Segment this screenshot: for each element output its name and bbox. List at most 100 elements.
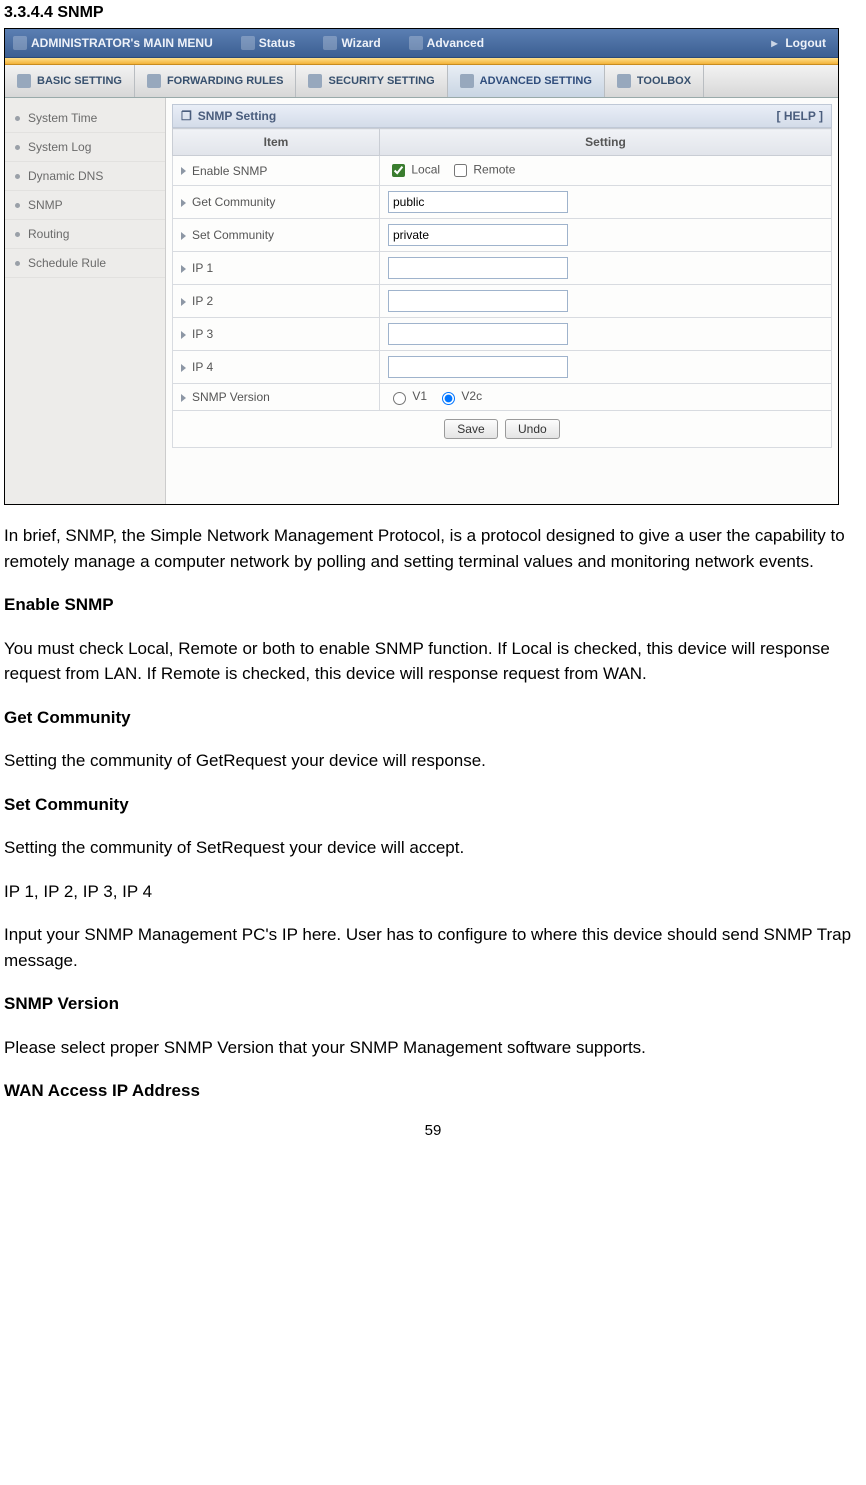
document-body: In brief, SNMP, the Simple Network Manag… bbox=[4, 523, 862, 1104]
section-heading: 3.3.4.4 SNMP bbox=[4, 4, 862, 22]
arrow-icon bbox=[181, 298, 186, 306]
nav-logout-label: Logout bbox=[785, 36, 826, 50]
sidebar-item-dynamic-dns[interactable]: Dynamic DNS bbox=[5, 162, 165, 191]
toolbox-icon bbox=[617, 74, 631, 88]
status-icon bbox=[241, 36, 255, 50]
subheading-snmp-version: SNMP Version bbox=[4, 991, 862, 1017]
row-label-ip2: IP 2 bbox=[192, 294, 213, 308]
basic-icon bbox=[17, 74, 31, 88]
input-ip2[interactable] bbox=[388, 290, 568, 312]
tab-advanced-label: ADVANCED SETTING bbox=[480, 75, 592, 87]
sidebar-item-label: Dynamic DNS bbox=[28, 169, 103, 183]
sidebar-item-label: System Log bbox=[28, 140, 91, 154]
arrow-icon bbox=[181, 364, 186, 372]
row-label-get-community: Get Community bbox=[192, 195, 275, 209]
main-menu-text: ADMINISTRATOR's MAIN MENU bbox=[31, 36, 213, 50]
tab-toolbox[interactable]: TOOLBOX bbox=[605, 65, 704, 97]
sidebar-item-label: Schedule Rule bbox=[28, 256, 106, 270]
top-menu-bar: ADMINISTRATOR's MAIN MENU Status Wizard … bbox=[5, 29, 838, 58]
nav-advanced[interactable]: Advanced bbox=[409, 36, 484, 50]
tab-bar: BASIC SETTING FORWARDING RULES SECURITY … bbox=[5, 65, 838, 98]
paragraph: Please select proper SNMP Version that y… bbox=[4, 1035, 862, 1061]
row-label-enable-snmp: Enable SNMP bbox=[192, 164, 267, 178]
label-v2c: V2c bbox=[461, 389, 482, 403]
checkbox-local[interactable] bbox=[392, 164, 405, 177]
sidebar-item-system-time[interactable]: System Time bbox=[5, 104, 165, 133]
paragraph: In brief, SNMP, the Simple Network Manag… bbox=[4, 523, 862, 574]
radio-v1[interactable] bbox=[393, 392, 406, 405]
nav-advanced-label: Advanced bbox=[427, 36, 484, 50]
input-ip4[interactable] bbox=[388, 356, 568, 378]
arrow-icon bbox=[181, 331, 186, 339]
panel-title: SNMP Setting bbox=[198, 109, 276, 123]
input-ip1[interactable] bbox=[388, 257, 568, 279]
paragraph: You must check Local, Remote or both to … bbox=[4, 636, 862, 687]
page-number: 59 bbox=[4, 1122, 862, 1139]
nav-wizard-label: Wizard bbox=[341, 36, 380, 50]
undo-button[interactable]: Undo bbox=[505, 419, 560, 439]
tab-basic-label: BASIC SETTING bbox=[37, 75, 122, 87]
nav-logout[interactable]: ▸ Logout bbox=[771, 36, 826, 50]
window-icon: ❐ bbox=[181, 109, 192, 123]
router-admin-screenshot: ADMINISTRATOR's MAIN MENU Status Wizard … bbox=[4, 28, 839, 505]
bullet-icon bbox=[15, 232, 20, 237]
bullet-icon bbox=[15, 203, 20, 208]
radio-v2c[interactable] bbox=[442, 392, 455, 405]
input-set-community[interactable] bbox=[388, 224, 568, 246]
advanced-tab-icon bbox=[460, 74, 474, 88]
arrow-icon bbox=[181, 232, 186, 240]
arrow-icon bbox=[181, 265, 186, 273]
nav-wizard[interactable]: Wizard bbox=[323, 36, 380, 50]
input-ip3[interactable] bbox=[388, 323, 568, 345]
paragraph: Setting the community of GetRequest your… bbox=[4, 748, 862, 774]
paragraph: Input your SNMP Management PC's IP here.… bbox=[4, 922, 862, 973]
content-panel: ❐ SNMP Setting [ HELP ] Item Setting Ena… bbox=[166, 98, 838, 504]
input-get-community[interactable] bbox=[388, 191, 568, 213]
wizard-icon bbox=[323, 36, 337, 50]
label-remote: Remote bbox=[473, 163, 515, 177]
sidebar-item-system-log[interactable]: System Log bbox=[5, 133, 165, 162]
paragraph: IP 1, IP 2, IP 3, IP 4 bbox=[4, 879, 862, 905]
label-v1: V1 bbox=[412, 389, 427, 403]
subheading-get-community: Get Community bbox=[4, 705, 862, 731]
paragraph: Setting the community of SetRequest your… bbox=[4, 835, 862, 861]
tab-basic-setting[interactable]: BASIC SETTING bbox=[5, 65, 135, 97]
bullet-icon bbox=[15, 145, 20, 150]
bullet-icon bbox=[15, 174, 20, 179]
tab-security-setting[interactable]: SECURITY SETTING bbox=[296, 65, 447, 97]
bullet-icon bbox=[15, 116, 20, 121]
arrow-icon bbox=[181, 199, 186, 207]
subheading-set-community: Set Community bbox=[4, 792, 862, 818]
sidebar-item-snmp[interactable]: SNMP bbox=[5, 191, 165, 220]
row-label-ip1: IP 1 bbox=[192, 261, 213, 275]
sidebar-item-schedule-rule[interactable]: Schedule Rule bbox=[5, 249, 165, 278]
sidebar-item-label: System Time bbox=[28, 111, 97, 125]
nav-status-label: Status bbox=[259, 36, 296, 50]
settings-table: Item Setting Enable SNMP Local Remote Ge… bbox=[172, 128, 832, 411]
nav-status[interactable]: Status bbox=[241, 36, 296, 50]
advanced-icon bbox=[409, 36, 423, 50]
panel-header: ❐ SNMP Setting [ HELP ] bbox=[172, 104, 832, 128]
chevron-right-icon: ▸ bbox=[771, 36, 777, 50]
tab-toolbox-label: TOOLBOX bbox=[637, 75, 691, 87]
checkbox-remote[interactable] bbox=[454, 164, 467, 177]
arrow-icon bbox=[181, 167, 186, 175]
row-label-snmp-version: SNMP Version bbox=[192, 390, 270, 404]
main-menu-label[interactable]: ADMINISTRATOR's MAIN MENU bbox=[13, 36, 213, 50]
row-label-set-community: Set Community bbox=[192, 228, 274, 242]
forwarding-icon bbox=[147, 74, 161, 88]
menu-icon bbox=[13, 36, 27, 50]
label-local: Local bbox=[411, 163, 440, 177]
row-label-ip4: IP 4 bbox=[192, 360, 213, 374]
accent-stripe bbox=[5, 58, 838, 65]
help-link[interactable]: [ HELP ] bbox=[777, 109, 823, 123]
sidebar-item-label: SNMP bbox=[28, 198, 63, 212]
sidebar-item-routing[interactable]: Routing bbox=[5, 220, 165, 249]
tab-forwarding-label: FORWARDING RULES bbox=[167, 75, 284, 87]
tab-security-label: SECURITY SETTING bbox=[328, 75, 434, 87]
tab-forwarding-rules[interactable]: FORWARDING RULES bbox=[135, 65, 297, 97]
button-row: Save Undo bbox=[172, 411, 832, 448]
row-label-ip3: IP 3 bbox=[192, 327, 213, 341]
tab-advanced-setting[interactable]: ADVANCED SETTING bbox=[448, 65, 605, 97]
save-button[interactable]: Save bbox=[444, 419, 497, 439]
